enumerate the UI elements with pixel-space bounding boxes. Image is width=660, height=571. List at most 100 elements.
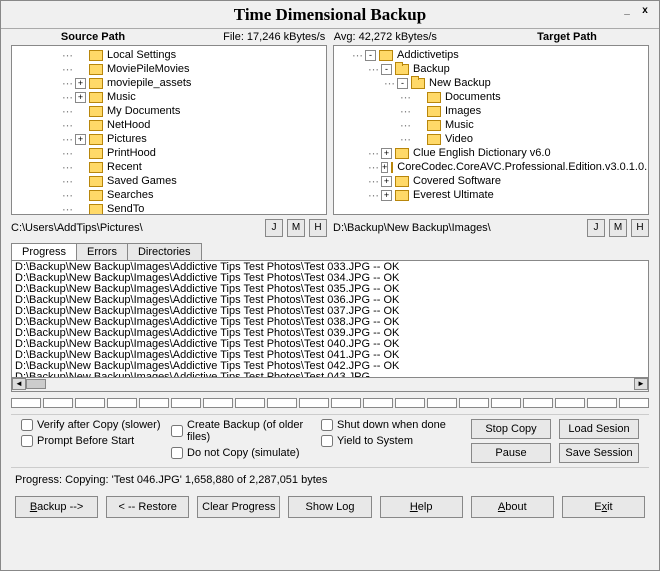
tree-item-label: Clue English Dictionary v6.0: [413, 147, 551, 159]
folder-icon: [379, 50, 393, 61]
target-h-button[interactable]: H: [631, 219, 649, 237]
tab-errors[interactable]: Errors: [76, 243, 128, 260]
log-horizontal-scrollbar[interactable]: ◄ ►: [11, 378, 649, 392]
header-row: Source Path File: 17,246 kBytes/s Avg: 4…: [1, 29, 659, 45]
backup-button-rest: ackup -->: [37, 501, 83, 513]
simulate-label: Do not Copy (simulate): [187, 447, 300, 459]
collapse-icon[interactable]: -: [381, 64, 392, 75]
tree-item-label: Recent: [107, 161, 142, 173]
clear-progress-button[interactable]: Clear Progress: [197, 496, 280, 518]
tree-item-label: PrintHood: [107, 147, 156, 159]
tree-item[interactable]: ⋯SendTo: [14, 202, 324, 215]
tree-item-label: Documents: [445, 91, 501, 103]
expand-icon[interactable]: +: [75, 92, 86, 103]
tree-item[interactable]: ⋯+Music: [14, 90, 324, 104]
expand-icon[interactable]: +: [381, 148, 392, 159]
tree-item-label: Music: [445, 119, 474, 131]
tree-item[interactable]: ⋯Images: [336, 104, 646, 118]
expand-icon[interactable]: +: [75, 78, 86, 89]
expand-icon[interactable]: +: [381, 190, 392, 201]
backup-button[interactable]: Backup -->: [15, 496, 98, 518]
expand-icon[interactable]: +: [381, 176, 392, 187]
tree-item[interactable]: ⋯-Addictivetips: [336, 48, 646, 62]
tab-directories[interactable]: Directories: [127, 243, 202, 260]
tree-item[interactable]: ⋯+Everest Ultimate: [336, 188, 646, 202]
source-tree[interactable]: ⋯Local Settings⋯MoviePileMovies⋯+moviepi…: [11, 45, 327, 215]
tree-item[interactable]: ⋯+Pictures: [14, 132, 324, 146]
tree-item[interactable]: ⋯Saved Games: [14, 174, 324, 188]
expand-icon[interactable]: +: [75, 134, 86, 145]
scroll-thumb[interactable]: [26, 379, 46, 389]
folder-icon: [89, 176, 103, 187]
tree-item[interactable]: ⋯+Clue English Dictionary v6.0: [336, 146, 646, 160]
tree-item-label: Backup: [413, 63, 450, 75]
close-button[interactable]: x: [637, 5, 653, 19]
save-session-button[interactable]: Save Session: [559, 443, 639, 463]
collapse-icon[interactable]: -: [397, 78, 408, 89]
shutdown-checkbox[interactable]: Shut down when done: [321, 419, 463, 431]
folder-icon: [89, 92, 103, 103]
minimize-button[interactable]: _: [619, 5, 635, 19]
tree-item[interactable]: ⋯My Documents: [14, 104, 324, 118]
folder-icon: [89, 190, 103, 201]
source-j-button[interactable]: J: [265, 219, 283, 237]
help-button[interactable]: Help: [380, 496, 463, 518]
log-pane[interactable]: D:\Backup\New Backup\Images\Addictive Ti…: [11, 260, 649, 378]
tree-item[interactable]: ⋯MoviePileMovies: [14, 62, 324, 76]
tree-item[interactable]: ⋯Recent: [14, 160, 324, 174]
scroll-right-icon[interactable]: ►: [634, 378, 648, 390]
target-tree[interactable]: ⋯-Addictivetips⋯-Backup⋯-New Backup⋯Docu…: [333, 45, 649, 215]
tree-item[interactable]: ⋯Video: [336, 132, 646, 146]
tree-item[interactable]: ⋯Documents: [336, 90, 646, 104]
tree-item-label: Images: [445, 105, 481, 117]
yield-label: Yield to System: [337, 435, 413, 447]
tab-progress[interactable]: Progress: [11, 243, 77, 260]
transfer-stats: File: 17,246 kBytes/s Avg: 42,272 kBytes…: [173, 31, 487, 43]
tree-item-label: Everest Ultimate: [413, 189, 494, 201]
tree-item[interactable]: ⋯Local Settings: [14, 48, 324, 62]
create-backup-checkbox[interactable]: Create Backup (of older files): [171, 419, 313, 443]
expand-icon[interactable]: +: [381, 162, 388, 173]
tree-item[interactable]: ⋯+moviepile_assets: [14, 76, 324, 90]
show-log-button[interactable]: Show Log: [288, 496, 371, 518]
app-title: Time Dimensional Backup: [234, 5, 426, 25]
simulate-checkbox[interactable]: Do not Copy (simulate): [171, 447, 313, 459]
tree-item-label: Covered Software: [413, 175, 501, 187]
pause-button[interactable]: Pause: [471, 443, 551, 463]
tree-item-label: MoviePileMovies: [107, 63, 190, 75]
verify-label: Verify after Copy (slower): [37, 419, 160, 431]
prompt-checkbox[interactable]: Prompt Before Start: [21, 435, 163, 447]
source-m-button[interactable]: M: [287, 219, 305, 237]
yield-checkbox[interactable]: Yield to System: [321, 435, 463, 447]
folder-icon: [427, 120, 441, 131]
source-path-label: Source Path: [13, 31, 173, 43]
tree-item[interactable]: ⋯+Covered Software: [336, 174, 646, 188]
tree-item[interactable]: ⋯NetHood: [14, 118, 324, 132]
target-m-button[interactable]: M: [609, 219, 627, 237]
restore-button[interactable]: < -- Restore: [106, 496, 189, 518]
about-button[interactable]: About: [471, 496, 554, 518]
collapse-icon[interactable]: -: [365, 50, 376, 61]
target-j-button[interactable]: J: [587, 219, 605, 237]
tree-item[interactable]: ⋯PrintHood: [14, 146, 324, 160]
folder-icon: [395, 176, 409, 187]
stop-copy-button[interactable]: Stop Copy: [471, 419, 551, 439]
scroll-left-icon[interactable]: ◄: [12, 378, 26, 390]
tree-item-label: SendTo: [107, 203, 144, 215]
verify-checkbox[interactable]: Verify after Copy (slower): [21, 419, 163, 431]
tree-item-label: Searches: [107, 189, 153, 201]
tree-item[interactable]: ⋯-New Backup: [336, 76, 646, 90]
tree-item-label: Video: [445, 133, 473, 145]
folder-icon: [89, 204, 103, 215]
source-h-button[interactable]: H: [309, 219, 327, 237]
folder-icon: [89, 50, 103, 61]
tree-item[interactable]: ⋯Searches: [14, 188, 324, 202]
segmented-progress-bar: [11, 398, 649, 408]
tree-item[interactable]: ⋯-Backup: [336, 62, 646, 76]
load-session-button[interactable]: Load Sesion: [559, 419, 639, 439]
tree-item[interactable]: ⋯+CoreCodec.CoreAVC.Professional.Edition…: [336, 160, 646, 174]
target-path-label: Target Path: [487, 31, 647, 43]
folder-icon: [427, 134, 441, 145]
tree-item[interactable]: ⋯Music: [336, 118, 646, 132]
exit-button[interactable]: Exit: [562, 496, 645, 518]
